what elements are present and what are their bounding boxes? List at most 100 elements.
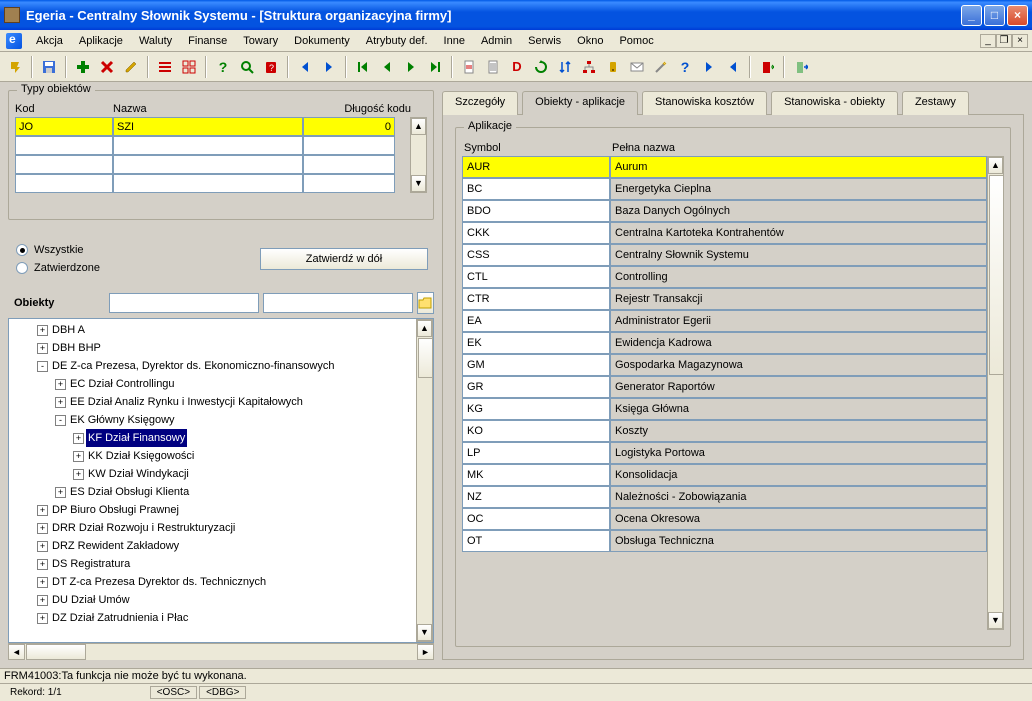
mdi-minimize-button[interactable]: _ [980, 34, 996, 48]
expand-icon[interactable]: + [73, 469, 84, 480]
tree-hscroll[interactable]: ◄ ► [8, 643, 434, 660]
help-search-icon[interactable] [236, 56, 258, 78]
sort-icon[interactable] [554, 56, 576, 78]
apps-row[interactable] [462, 420, 987, 442]
prev-icon[interactable] [376, 56, 398, 78]
menu-aplikacje[interactable]: Aplikacje [71, 32, 131, 50]
app-name-input[interactable] [610, 266, 987, 288]
app-name-input[interactable] [610, 376, 987, 398]
app-name-input[interactable] [610, 288, 987, 310]
app-name-input[interactable] [610, 200, 987, 222]
apps-row[interactable] [462, 266, 987, 288]
grid-icon[interactable] [178, 56, 200, 78]
help2-icon[interactable]: ? [674, 56, 696, 78]
types-kod-input[interactable] [15, 117, 113, 136]
types-nazwa-input[interactable] [113, 117, 303, 136]
types-dlugosc-input[interactable] [303, 174, 395, 193]
help-question-icon[interactable]: ? [212, 56, 234, 78]
help-book-icon[interactable]: ? [260, 56, 282, 78]
tree-node[interactable]: +DZ Dział Zatrudnienia i Płac [11, 609, 416, 627]
collapse-icon[interactable]: - [37, 361, 48, 372]
tree-vscroll[interactable]: ▲ ▼ [416, 319, 433, 642]
tree-node[interactable]: +KK Dział Księgowości [11, 447, 416, 465]
types-row[interactable] [15, 136, 410, 155]
tree-node[interactable]: +KW Dział Windykacji [11, 465, 416, 483]
exit-icon[interactable] [790, 56, 812, 78]
types-dlugosc-input[interactable] [303, 117, 395, 136]
tab-3[interactable]: Stanowiska - obiekty [771, 91, 898, 115]
app-name-input[interactable] [610, 354, 987, 376]
tree-node[interactable]: +DU Dział Umów [11, 591, 416, 609]
expand-icon[interactable]: + [55, 379, 66, 390]
tree-node[interactable]: +EC Dział Controllingu [11, 375, 416, 393]
tree-node[interactable]: -DE Z-ca Prezesa, Dyrektor ds. Ekonomicz… [11, 357, 416, 375]
app-symbol-input[interactable] [462, 530, 610, 552]
tree-node[interactable]: +DRZ Rewident Zakładowy [11, 537, 416, 555]
expand-icon[interactable]: + [37, 577, 48, 588]
nav-right-icon[interactable] [698, 56, 720, 78]
objects-browse-button[interactable] [417, 292, 434, 314]
arrow-left-icon[interactable] [294, 56, 316, 78]
tree-node[interactable]: +DS Registratura [11, 555, 416, 573]
mail-icon[interactable] [626, 56, 648, 78]
tree-node[interactable]: +ES Dział Obsługi Klienta [11, 483, 416, 501]
objects-filter-2[interactable] [263, 293, 413, 313]
expand-icon[interactable]: + [73, 433, 84, 444]
apps-row[interactable] [462, 288, 987, 310]
types-kod-input[interactable] [15, 155, 113, 174]
pin-icon[interactable] [4, 56, 26, 78]
apps-row[interactable] [462, 332, 987, 354]
menu-dokumenty[interactable]: Dokumenty [286, 32, 358, 50]
app-name-input[interactable] [610, 178, 987, 200]
tree-node[interactable]: -EK Główny Księgowy [11, 411, 416, 429]
org-tree[interactable]: +DBH A+DBH BHP-DE Z-ca Prezesa, Dyrektor… [9, 319, 416, 642]
app-symbol-input[interactable] [462, 178, 610, 200]
minimize-button[interactable]: _ [961, 5, 982, 26]
expand-icon[interactable]: + [73, 451, 84, 462]
app-symbol-input[interactable] [462, 486, 610, 508]
expand-icon[interactable]: + [37, 523, 48, 534]
app-name-input[interactable] [610, 156, 987, 178]
types-row[interactable] [15, 117, 410, 136]
apps-row[interactable] [462, 310, 987, 332]
app-symbol-input[interactable] [462, 354, 610, 376]
apps-scrollbar[interactable]: ▲ ▼ [987, 156, 1004, 630]
menu-okno[interactable]: Okno [569, 32, 611, 50]
types-kod-input[interactable] [15, 136, 113, 155]
apps-row[interactable] [462, 398, 987, 420]
tab-1[interactable]: Obiekty - aplikacje [522, 91, 638, 115]
types-scrollbar[interactable]: ▲ ▼ [410, 117, 427, 193]
app-name-input[interactable] [610, 244, 987, 266]
expand-icon[interactable]: + [37, 325, 48, 336]
menu-pomoc[interactable]: Pomoc [611, 32, 661, 50]
app-symbol-input[interactable] [462, 288, 610, 310]
apps-row[interactable] [462, 508, 987, 530]
next-icon[interactable] [400, 56, 422, 78]
scroll-up-icon[interactable]: ▲ [417, 320, 432, 337]
app-name-input[interactable] [610, 530, 987, 552]
app-symbol-input[interactable] [462, 464, 610, 486]
app-symbol-input[interactable] [462, 266, 610, 288]
tab-4[interactable]: Zestawy [902, 91, 969, 115]
app-symbol-input[interactable] [462, 156, 610, 178]
app-symbol-input[interactable] [462, 200, 610, 222]
app-name-input[interactable] [610, 508, 987, 530]
nav-left-icon[interactable] [722, 56, 744, 78]
last-icon[interactable] [424, 56, 446, 78]
scroll-down-icon[interactable]: ▼ [411, 175, 426, 192]
d-icon[interactable]: D [506, 56, 528, 78]
apps-row[interactable] [462, 222, 987, 244]
scroll-up-icon[interactable]: ▲ [411, 118, 426, 135]
doc2-icon[interactable] [482, 56, 504, 78]
apps-row[interactable] [462, 354, 987, 376]
app-symbol-input[interactable] [462, 508, 610, 530]
apps-row[interactable] [462, 178, 987, 200]
app-symbol-input[interactable] [462, 222, 610, 244]
add-icon[interactable] [72, 56, 94, 78]
expand-icon[interactable]: + [37, 541, 48, 552]
expand-icon[interactable]: + [55, 397, 66, 408]
app-name-input[interactable] [610, 420, 987, 442]
types-dlugosc-input[interactable] [303, 136, 395, 155]
app-symbol-input[interactable] [462, 244, 610, 266]
app-name-input[interactable] [610, 398, 987, 420]
